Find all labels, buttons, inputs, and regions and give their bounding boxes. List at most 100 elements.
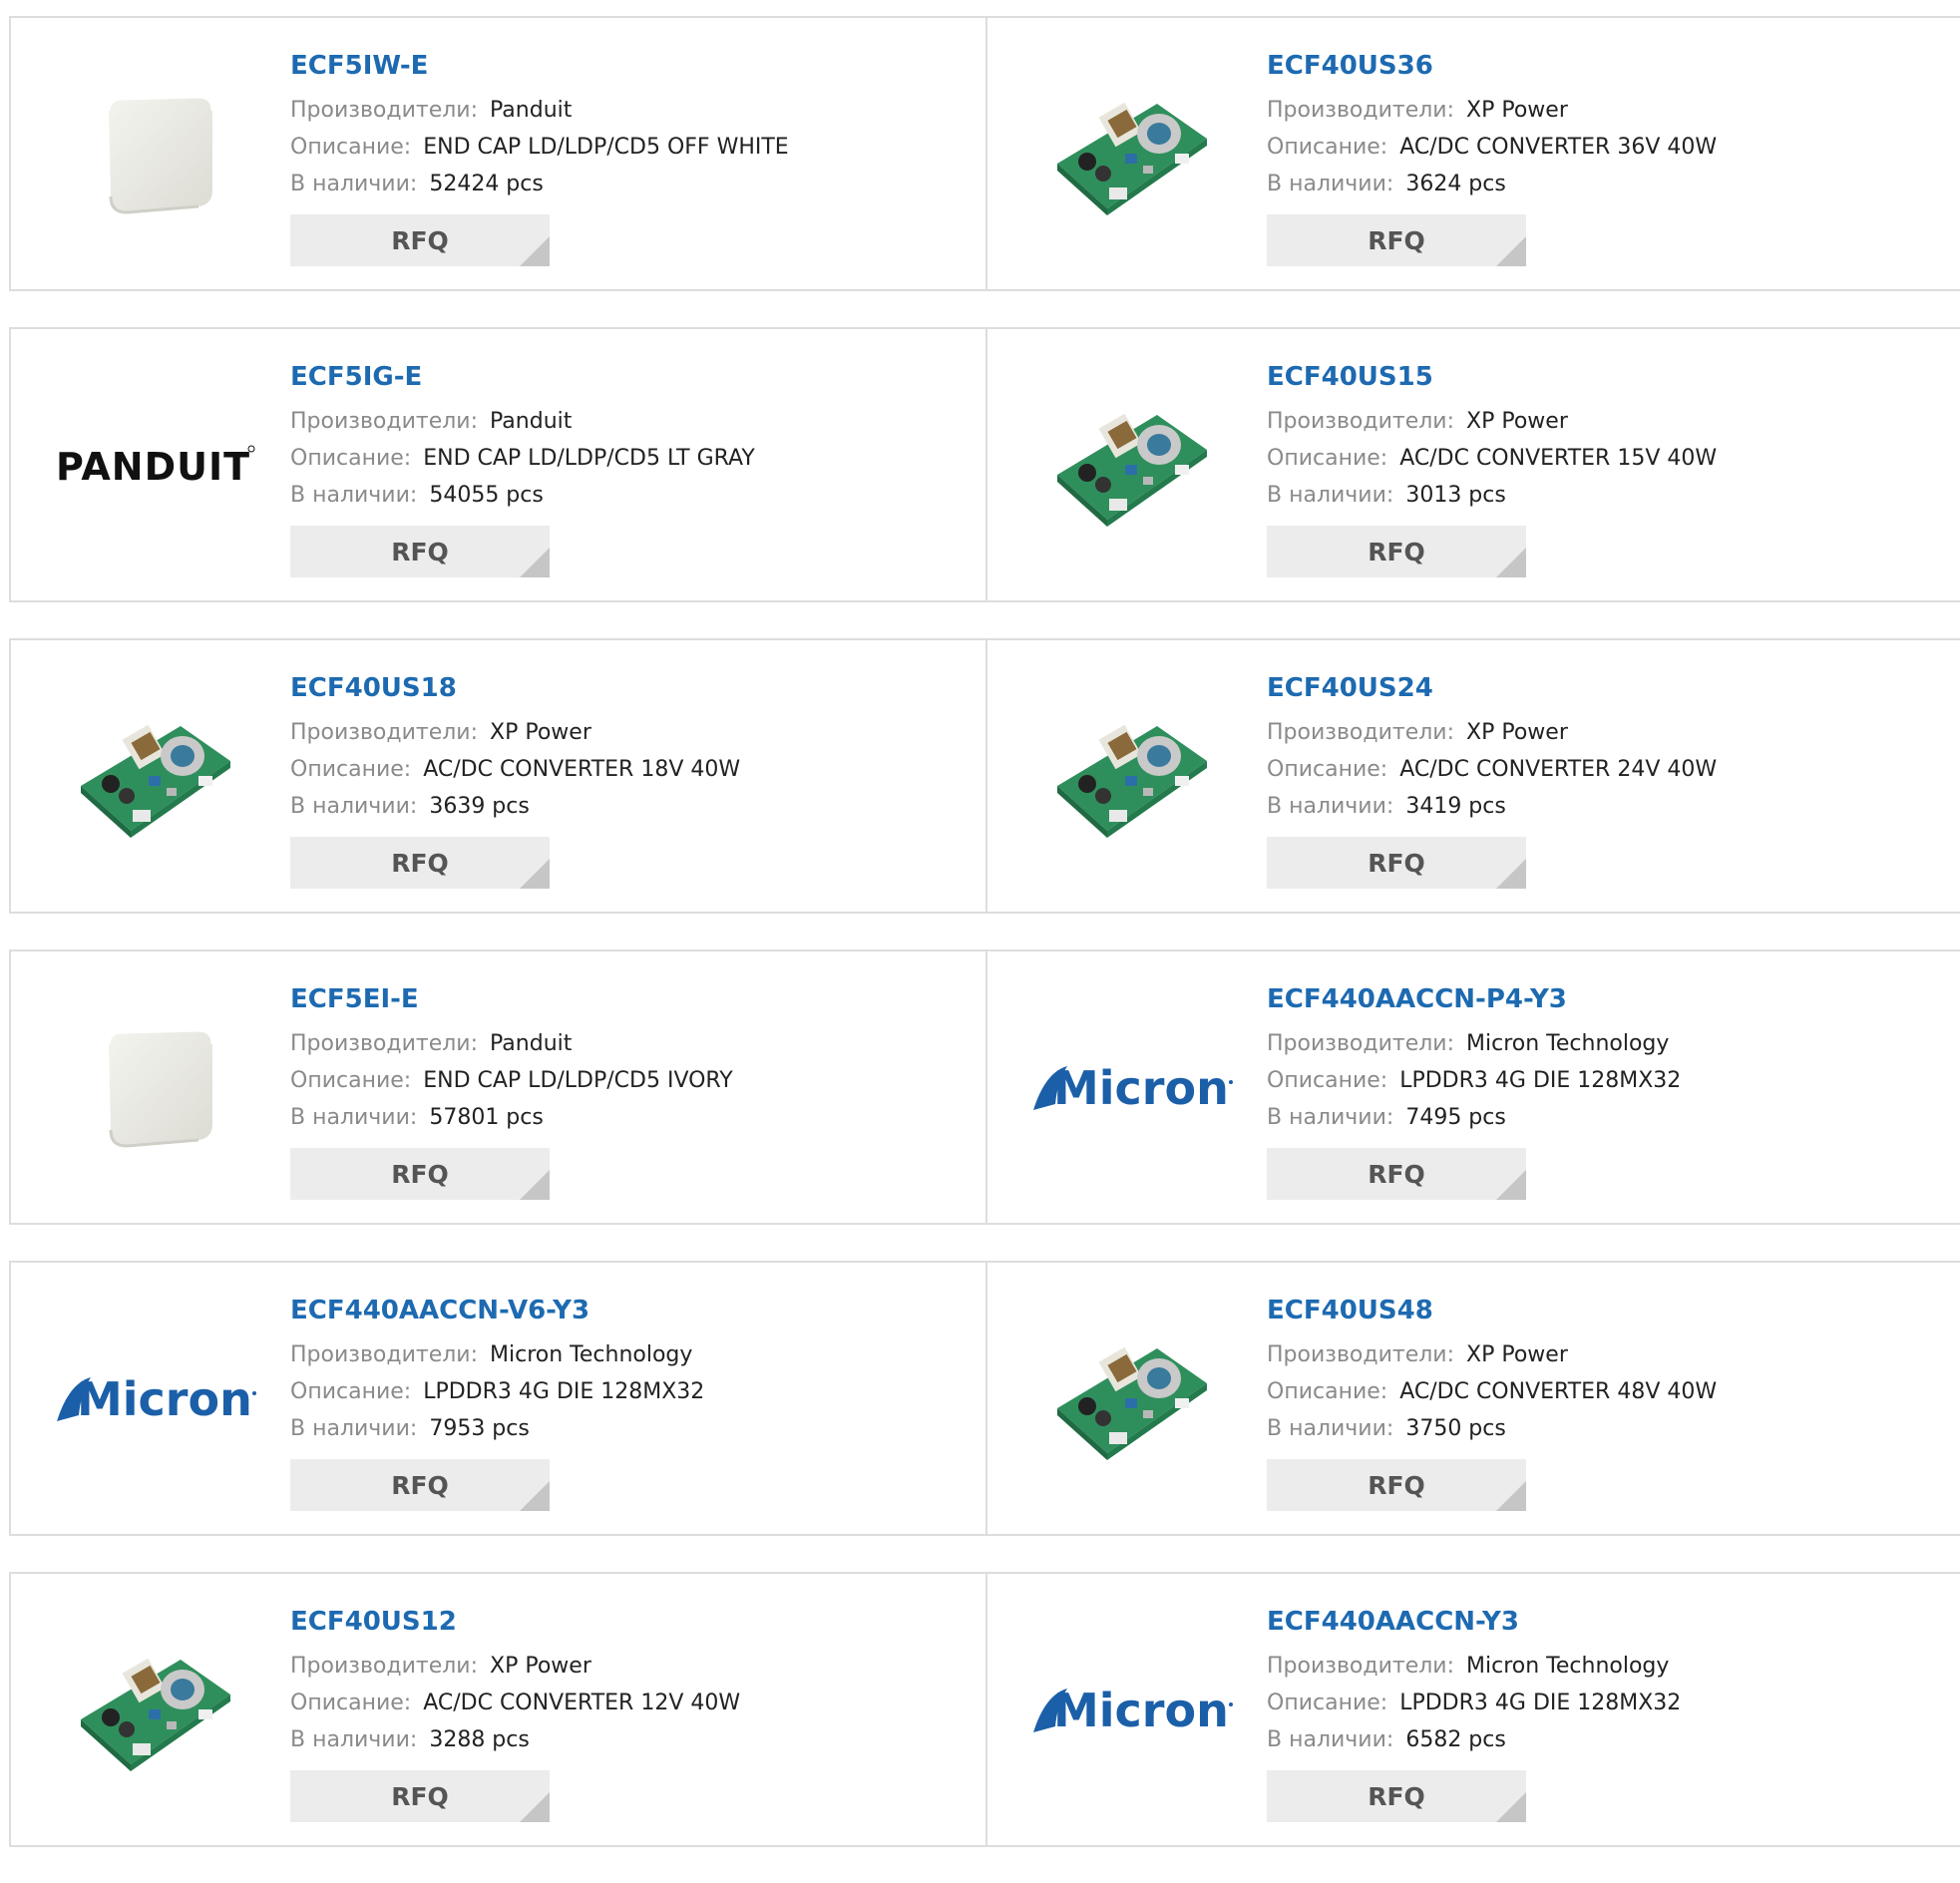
product-image[interactable] [1027, 18, 1237, 289]
description-value: AC/DC CONVERTER 12V 40W [423, 1691, 741, 1715]
part-number-link[interactable]: ECF40US36 [1267, 48, 1717, 84]
rfq-corner-decoration [1496, 236, 1526, 266]
rfq-label: RFQ [1368, 1470, 1425, 1500]
part-number-link[interactable]: ECF40US24 [1267, 670, 1717, 706]
part-number-link[interactable]: ECF440AACCN-Y3 [1267, 1604, 1681, 1640]
product-grid: ECF5IW-E Производители: Panduit Описание:… [9, 16, 1960, 1883]
pcb-board-image [1057, 102, 1207, 215]
description-value: AC/DC CONVERTER 36V 40W [1399, 135, 1718, 160]
stock-value: 3750 pcs [1405, 1416, 1506, 1441]
stock-value: 7495 pcs [1405, 1105, 1506, 1130]
rfq-corner-decoration [1496, 1170, 1526, 1200]
product-card: Micron ECF440AACCN-Y3 Производители: Micr… [985, 1574, 1960, 1845]
manufacturer-value: XP Power [1466, 1342, 1568, 1367]
part-number-link[interactable]: ECF40US18 [290, 670, 740, 706]
stock-label: В наличии: [290, 1416, 418, 1441]
product-info: ECF40US15 Производители: XP Power Описани… [1267, 359, 1717, 577]
manufacturer-row: Производители: Panduit [290, 1025, 733, 1062]
rfq-label: RFQ [391, 1470, 449, 1500]
manufacturer-value: Panduit [490, 1031, 573, 1056]
product-image[interactable] [1027, 1263, 1237, 1534]
product-image[interactable] [1027, 640, 1237, 912]
stock-row: В наличии: 57801 pcs [290, 1099, 733, 1136]
stock-value: 52424 pcs [429, 172, 544, 196]
description-row: Описание: LPDDR3 4G DIE 128MX32 [1267, 1685, 1681, 1721]
stock-label: В наличии: [290, 1105, 418, 1130]
stock-row: В наличии: 7495 pcs [1267, 1099, 1681, 1136]
micron-logo: Micron [1033, 1061, 1233, 1115]
rfq-button[interactable]: RFQ [1267, 214, 1526, 266]
part-number-link[interactable]: ECF5IW-E [290, 48, 789, 84]
manufacturer-value: XP Power [490, 720, 591, 745]
rfq-label: RFQ [1368, 1159, 1425, 1189]
product-image[interactable] [51, 640, 260, 912]
pcb-board-image [81, 1658, 230, 1771]
rfq-button[interactable]: RFQ [290, 1148, 550, 1200]
product-image[interactable] [51, 18, 260, 289]
rfq-button[interactable]: RFQ [290, 837, 550, 889]
stock-row: В наличии: 7953 pcs [290, 1410, 704, 1447]
product-image[interactable] [51, 951, 260, 1223]
part-number-link[interactable]: ECF5IG-E [290, 359, 755, 395]
manufacturer-value: Micron Technology [1466, 1654, 1670, 1679]
product-card: ECF40US48 Производители: XP Power Описани… [985, 1263, 1960, 1534]
rfq-button[interactable]: RFQ [1267, 1770, 1526, 1822]
stock-label: В наличии: [1267, 794, 1394, 819]
manufacturer-label: Производители: [1267, 1342, 1455, 1367]
product-image[interactable]: Micron [1027, 1574, 1237, 1845]
manufacturer-label: Производители: [290, 720, 479, 745]
manufacturer-row: Производители: XP Power [1267, 714, 1717, 751]
rfq-button[interactable]: RFQ [1267, 837, 1526, 889]
manufacturer-label: Производители: [1267, 409, 1455, 434]
rfq-button[interactable]: RFQ [290, 1770, 550, 1822]
rfq-button[interactable]: RFQ [1267, 1459, 1526, 1511]
part-number-link[interactable]: ECF440AACCN-P4-Y3 [1267, 981, 1681, 1017]
product-image[interactable]: Micron [1027, 951, 1237, 1223]
stock-value: 3288 pcs [429, 1727, 530, 1752]
rfq-corner-decoration [520, 859, 550, 889]
product-image[interactable] [51, 1574, 260, 1845]
stock-label: В наличии: [290, 172, 418, 196]
part-number-link[interactable]: ECF440AACCN-V6-Y3 [290, 1293, 704, 1328]
manufacturer-label: Производители: [1267, 720, 1455, 745]
part-number-link[interactable]: ECF5EI-E [290, 981, 733, 1017]
rfq-button[interactable]: RFQ [1267, 526, 1526, 577]
product-card: ECF40US18 Производители: XP Power Описани… [11, 640, 985, 912]
manufacturer-value: XP Power [1466, 98, 1568, 123]
part-number-link[interactable]: ECF40US15 [1267, 359, 1717, 395]
description-label: Описание: [290, 1379, 412, 1404]
description-value: AC/DC CONVERTER 18V 40W [423, 757, 741, 782]
product-info: ECF40US36 Производители: XP Power Описани… [1267, 48, 1717, 266]
description-row: Описание: LPDDR3 4G DIE 128MX32 [290, 1373, 704, 1410]
description-value: LPDDR3 4G DIE 128MX32 [1399, 1691, 1682, 1715]
rfq-button[interactable]: RFQ [290, 1459, 550, 1511]
stock-value: 57801 pcs [429, 1105, 544, 1130]
stock-row: В наличии: 6582 pcs [1267, 1721, 1681, 1758]
description-value: AC/DC CONVERTER 48V 40W [1399, 1379, 1718, 1404]
product-image[interactable]: PANDUIT [51, 329, 260, 600]
description-value: END CAP LD/LDP/CD5 LT GRAY [423, 446, 755, 471]
product-info: ECF40US12 Производители: XP Power Описани… [290, 1604, 740, 1822]
micron-logo: Micron [1033, 1684, 1233, 1737]
description-row: Описание: AC/DC CONVERTER 36V 40W [1267, 129, 1717, 166]
product-image[interactable]: Micron [51, 1263, 260, 1534]
part-number-link[interactable]: ECF40US12 [290, 1604, 740, 1640]
description-row: Описание: END CAP LD/LDP/CD5 IVORY [290, 1062, 733, 1099]
end-cap-image [107, 1028, 214, 1148]
stock-value: 3419 pcs [1405, 794, 1506, 819]
stock-row: В наличии: 3624 pcs [1267, 166, 1717, 202]
description-value: AC/DC CONVERTER 15V 40W [1399, 446, 1718, 471]
rfq-button[interactable]: RFQ [290, 214, 550, 266]
manufacturer-value: Micron Technology [490, 1342, 693, 1367]
description-label: Описание: [1267, 1068, 1388, 1093]
description-label: Описание: [290, 757, 412, 782]
product-image[interactable] [1027, 329, 1237, 600]
product-info: ECF40US48 Производители: XP Power Описани… [1267, 1293, 1717, 1511]
rfq-button[interactable]: RFQ [1267, 1148, 1526, 1200]
pcb-board-image [1057, 724, 1207, 838]
stock-value: 3624 pcs [1405, 172, 1506, 196]
manufacturer-row: Производители: Micron Technology [290, 1336, 704, 1373]
product-card: ECF40US15 Производители: XP Power Описани… [985, 329, 1960, 600]
part-number-link[interactable]: ECF40US48 [1267, 1293, 1717, 1328]
rfq-button[interactable]: RFQ [290, 526, 550, 577]
